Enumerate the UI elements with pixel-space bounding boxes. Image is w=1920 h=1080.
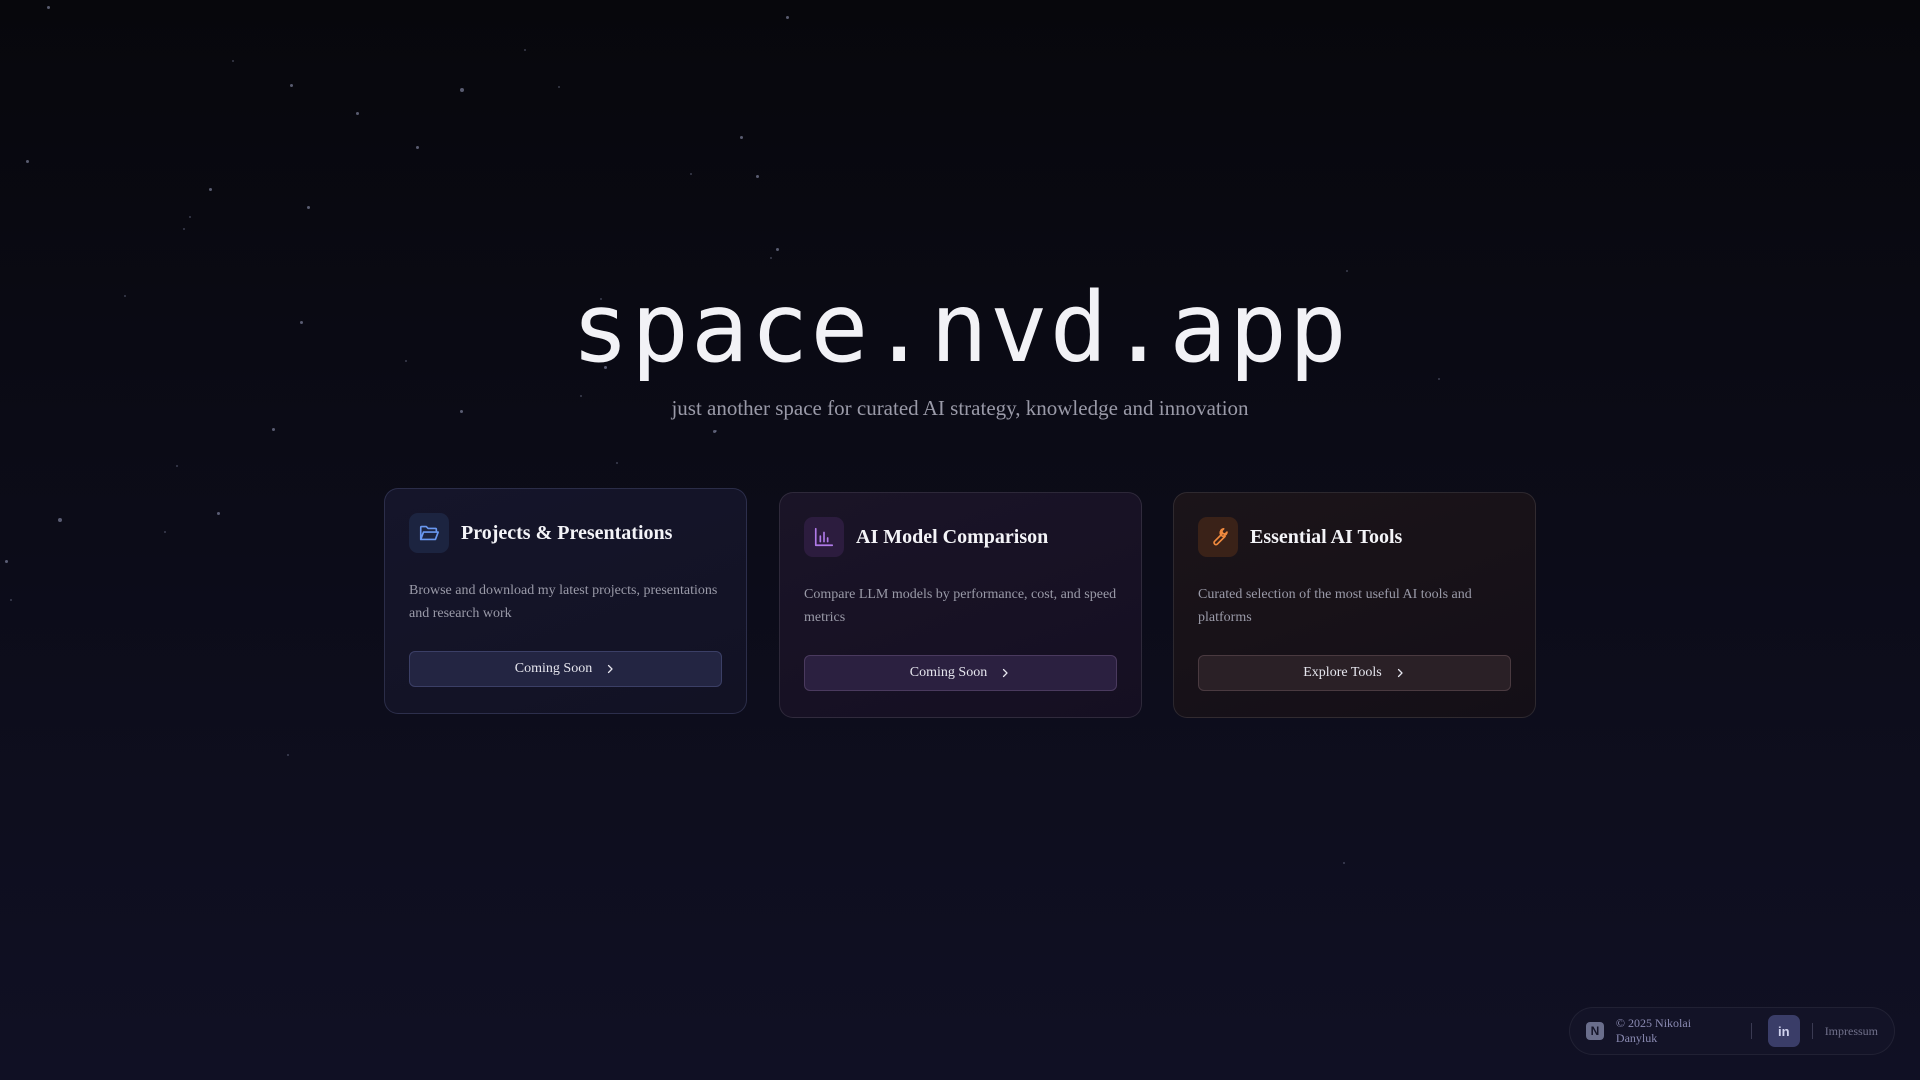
coming-soon-button[interactable]: Coming Soon <box>409 651 722 687</box>
button-label: Coming Soon <box>909 665 988 680</box>
card-header: AI Model Comparison <box>804 517 1117 557</box>
star <box>217 512 220 515</box>
card-description: Compare LLM models by performance, cost,… <box>804 587 1117 625</box>
star <box>740 136 743 139</box>
card-header: Projects & Presentations <box>409 513 722 553</box>
star <box>176 465 178 467</box>
star <box>756 175 759 178</box>
star <box>616 462 618 464</box>
star <box>47 6 50 9</box>
star <box>356 112 359 115</box>
star <box>209 188 212 191</box>
footer-bar: N © 2025 Nikolai Danyluk in Impressum <box>1569 1007 1895 1055</box>
card-ai-model-comparison: AI Model Comparison Compare LLM models b… <box>779 492 1142 718</box>
star <box>5 560 8 563</box>
star <box>287 754 289 756</box>
button-label: Explore Tools <box>1303 665 1382 680</box>
card-description: Curated selection of the most useful AI … <box>1198 587 1472 625</box>
copyright-text: © 2025 Nikolai Danyluk <box>1615 1016 1692 1045</box>
star <box>558 86 560 88</box>
impressum-link[interactable]: Impressum <box>1825 1024 1878 1039</box>
linkedin-icon[interactable]: in <box>1767 1015 1800 1047</box>
card-header: Essential AI Tools <box>1198 517 1511 557</box>
star <box>1343 862 1345 864</box>
bar-chart-icon <box>804 517 844 557</box>
chevron-right-icon <box>1394 667 1406 679</box>
star <box>10 599 12 601</box>
star <box>58 518 62 522</box>
star <box>183 228 185 230</box>
star <box>232 60 234 62</box>
star <box>290 84 293 87</box>
star <box>786 16 789 19</box>
star <box>272 428 275 431</box>
coming-soon-button[interactable]: Coming Soon <box>804 655 1117 691</box>
explore-tools-button[interactable]: Explore Tools <box>1198 655 1511 691</box>
site-tagline: just another space for curated AI strate… <box>671 396 1249 420</box>
star <box>524 49 526 51</box>
star <box>164 531 166 533</box>
star <box>770 257 772 259</box>
folder-open-icon <box>409 513 449 553</box>
chevron-right-icon <box>999 667 1011 679</box>
star <box>776 248 779 251</box>
star <box>690 173 692 175</box>
star <box>460 88 464 92</box>
button-label: Coming Soon <box>514 661 593 676</box>
footer-divider <box>1750 1023 1752 1039</box>
star <box>715 430 717 432</box>
wrench-icon <box>1198 517 1238 557</box>
star <box>189 216 191 218</box>
card-title: AI Model Comparison <box>856 525 1049 548</box>
site-title: space.nvd.app <box>571 272 1349 384</box>
footer-divider <box>1811 1023 1813 1039</box>
card-description: Browse and download my latest projects, … <box>409 583 718 621</box>
card-title: Essential AI Tools <box>1250 525 1403 548</box>
star <box>307 206 310 209</box>
star <box>416 146 419 149</box>
card-title: Projects & Presentations <box>461 521 673 544</box>
star <box>713 430 716 433</box>
card-projects-presentations: Projects & Presentations Browse and down… <box>384 488 747 714</box>
site-logo-icon: N <box>1586 1022 1604 1040</box>
chevron-right-icon <box>604 663 616 675</box>
star <box>26 160 29 163</box>
card-essential-ai-tools: Essential AI Tools Curated selection of … <box>1173 492 1536 718</box>
